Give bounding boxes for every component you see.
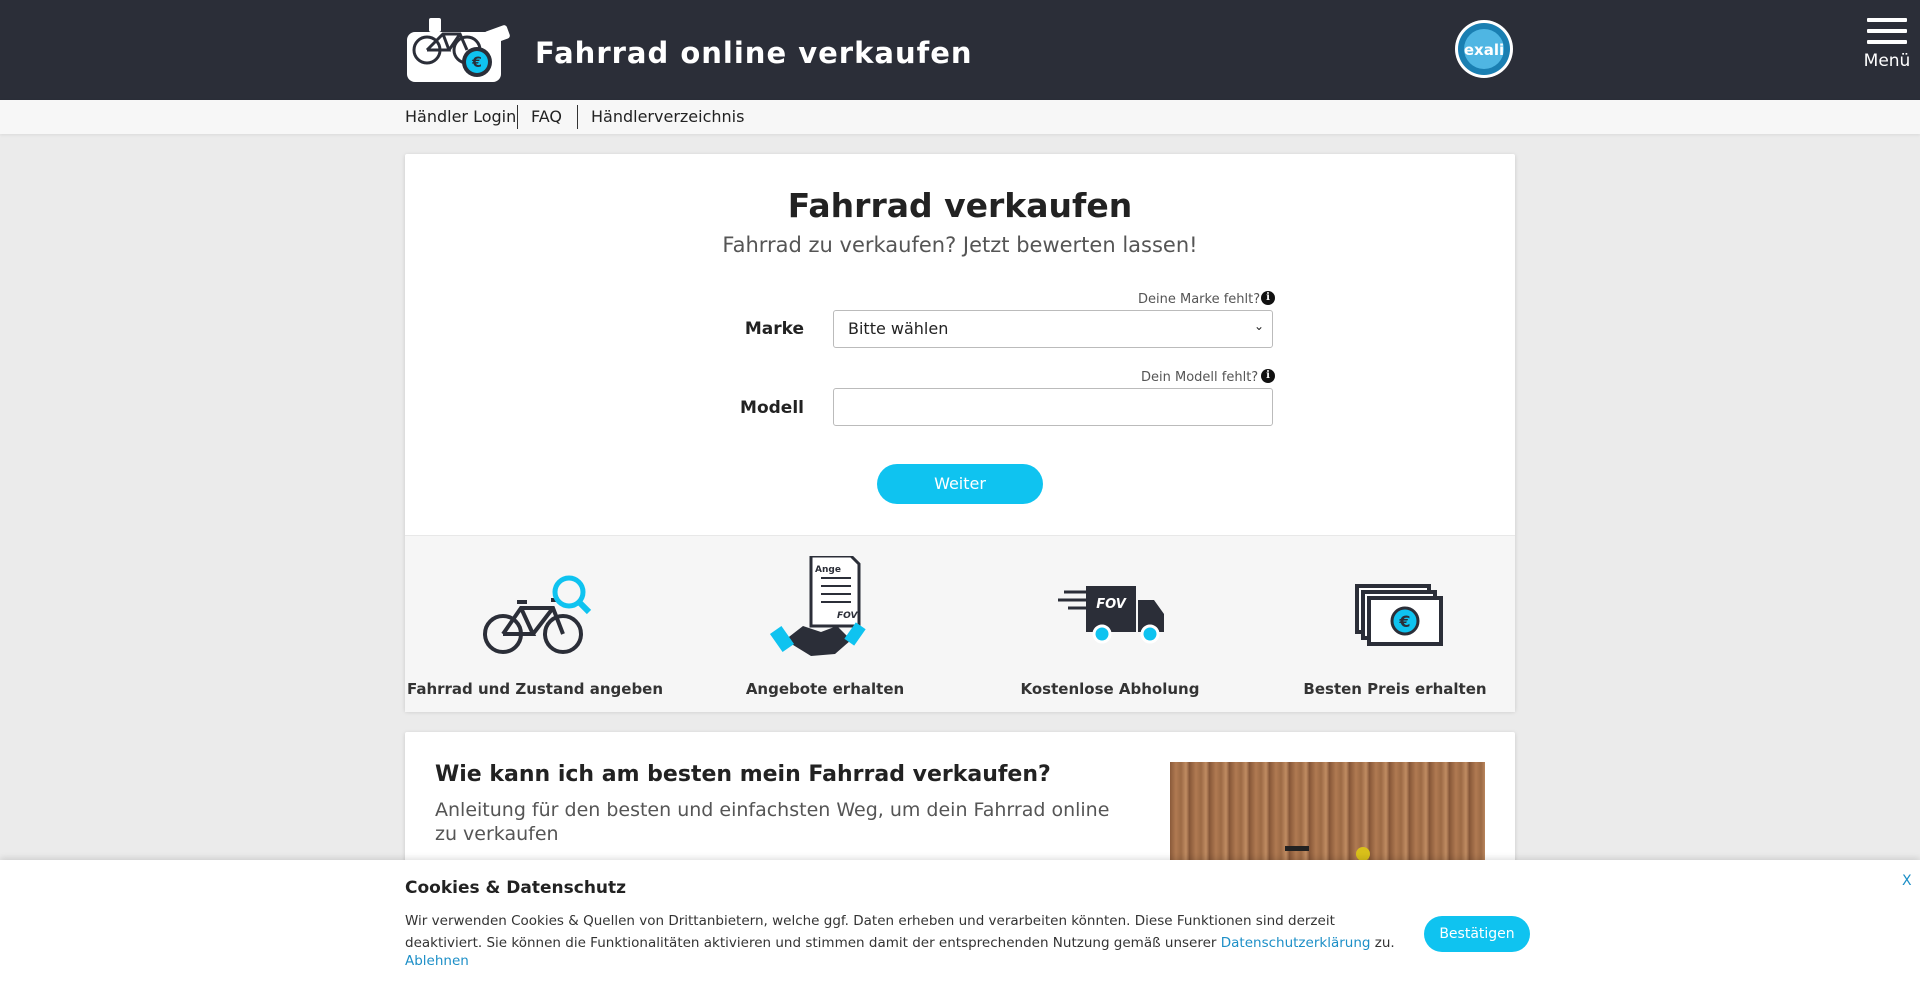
close-icon[interactable]: X [1902, 873, 1912, 889]
doc-text: Ange [815, 565, 841, 575]
privacy-policy-link[interactable]: Datenschutzerklärung [1221, 935, 1371, 951]
currency-symbol: € [1398, 612, 1410, 631]
nav-link-faq[interactable]: FAQ [531, 107, 562, 126]
next-button[interactable]: Weiter [877, 464, 1043, 504]
brand-missing-hint[interactable]: Deine Marke fehlt? [1138, 292, 1260, 307]
model-input[interactable] [833, 388, 1273, 426]
truck-icon: FOV [1058, 586, 1164, 644]
site-title[interactable]: Fahrrad online verkaufen [535, 36, 973, 70]
hamburger-icon [1862, 18, 1912, 44]
step-label: Angebote erhalten [745, 680, 905, 698]
menu-label: Menü [1863, 51, 1911, 71]
step-item: € Besten Preis erhalten [1265, 556, 1525, 698]
doc-text: FOV [837, 611, 858, 621]
page-title: Fahrrad verkaufen [787, 186, 1133, 225]
header-bar: € Fahrrad online verkaufen exali Menü [0, 0, 1920, 100]
truck-text: FOV [1096, 597, 1126, 612]
info-icon[interactable]: i [1261, 369, 1275, 383]
confirm-button[interactable]: Bestätigen [1424, 916, 1530, 952]
step-item: Fahrrad und Zustand angeben [405, 556, 665, 698]
step-item: Ange FOV Angebote erhalten [695, 556, 955, 698]
nav-divider [517, 105, 518, 129]
brand-label: Marke [744, 319, 804, 339]
step-label: Fahrrad und Zustand angeben [406, 680, 664, 698]
model-label: Modell [740, 398, 804, 418]
cookie-text: Wir verwenden Cookies & Quellen von Drit… [405, 910, 1415, 954]
chevron-down-icon: ⌄ [1253, 319, 1264, 333]
brand-select-value: Bitte wählen [848, 319, 949, 338]
nav-divider [577, 105, 578, 129]
svg-text:€: € [471, 55, 482, 71]
cookie-banner: Cookies & Datenschutz Wir verwenden Cook… [0, 860, 1920, 993]
brand-select[interactable]: Bitte wählen ⌄ [833, 310, 1273, 348]
article-heading: Wie kann ich am besten mein Fahrrad verk… [435, 762, 1051, 787]
money-icon: € [1355, 584, 1443, 646]
menu-button[interactable]: Menü [1862, 18, 1912, 82]
secondary-nav: Händler Login FAQ Händlerverzeichnis [0, 100, 1920, 134]
model-missing-hint[interactable]: Dein Modell fehlt? [1141, 370, 1258, 385]
sell-form-card: Fahrrad verkaufen Fahrrad zu verkaufen? … [405, 154, 1515, 712]
nav-link-dealer-login[interactable]: Händler Login [405, 107, 516, 126]
decline-link[interactable]: Ablehnen [405, 953, 469, 969]
bike-search-icon [483, 575, 592, 654]
cookie-title: Cookies & Datenschutz [405, 878, 627, 898]
step-label: Kostenlose Abholung [1020, 680, 1200, 698]
exali-badge-icon[interactable]: exali [1454, 19, 1514, 79]
offer-handshake-icon: Ange FOV [769, 556, 866, 656]
page-subtitle: Fahrrad zu verkaufen? Jetzt bewerten las… [722, 233, 1198, 257]
step-label: Besten Preis erhalten [1303, 680, 1487, 698]
badge-text: exali [1464, 41, 1504, 59]
process-steps: Fahrrad und Zustand angeben Ange FOV Ang… [405, 535, 1515, 712]
nav-link-dealer-directory[interactable]: Händlerverzeichnis [591, 107, 744, 126]
step-item: FOV Kostenlose Abholung [980, 556, 1240, 698]
cookie-text-end: zu. [1370, 935, 1395, 951]
article-lead: Anleitung für den besten und einfachsten… [435, 799, 1110, 845]
info-icon[interactable]: i [1261, 291, 1275, 305]
bike-logo-icon[interactable]: € [405, 14, 511, 84]
cookie-text-start: Wir verwenden Cookies & Quellen von Drit… [405, 913, 1335, 951]
